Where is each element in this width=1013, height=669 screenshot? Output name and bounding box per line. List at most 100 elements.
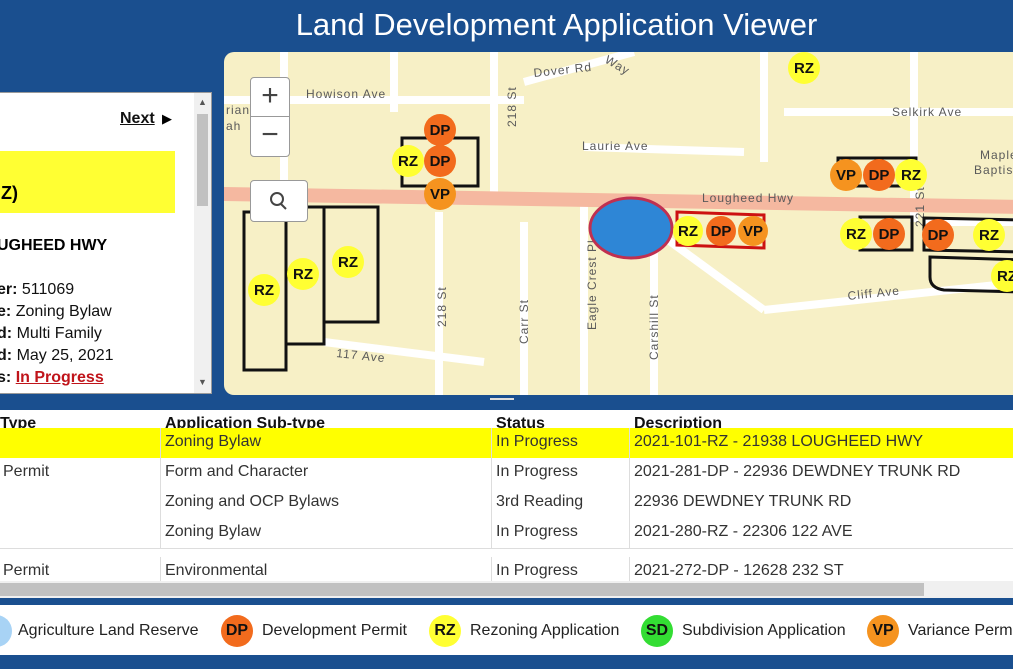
- map-marker-label: RZ: [398, 153, 418, 170]
- selected-parcel[interactable]: [588, 196, 674, 260]
- map-marker-label: DP: [928, 227, 949, 244]
- map-marker-label: RZ: [293, 266, 313, 283]
- cell-description: 2021-101-RZ - 21938 LOUGHEED HWY: [634, 433, 923, 450]
- street-label: Eagle Crest Pl: [585, 239, 599, 330]
- popup-label: er:: [0, 281, 18, 298]
- popup-row-status: s: In Progress: [0, 369, 104, 387]
- column-divider: [160, 458, 161, 488]
- popup-label: s:: [0, 369, 12, 386]
- popup-value: Multi Family: [16, 325, 102, 342]
- street-label: 218 St: [505, 86, 519, 127]
- column-divider: [491, 518, 492, 548]
- cell-type: Permit: [3, 562, 50, 579]
- table-horizontal-scrollbar[interactable]: [0, 581, 1013, 598]
- map-marker-label: DP: [879, 226, 900, 243]
- street-label: Lougheed Hwy: [702, 191, 794, 205]
- subdivision-icon: SD: [641, 615, 673, 647]
- scroll-down-icon[interactable]: ▼: [198, 377, 207, 387]
- cell-subtype: Environmental: [165, 562, 268, 579]
- popup-row-number: er: 511069: [0, 281, 74, 299]
- map-marker-label: DP: [711, 223, 732, 240]
- feature-popup: Next ▶ Z) UGHEED HWY er: 511069 e: Zonin…: [0, 92, 212, 394]
- map-marker-label: RZ: [254, 282, 274, 299]
- popup-value: 511069: [21, 281, 75, 298]
- footer-bar: [0, 655, 1013, 669]
- map-marker-label: RZ: [979, 227, 999, 244]
- cell-status: In Progress: [496, 523, 578, 540]
- popup-highlight: Z): [0, 151, 175, 213]
- map-canvas[interactable]: Dover Rd Way Howison Ave Selkirk Ave Lau…: [224, 52, 1013, 395]
- street-label: Selkirk Ave: [892, 105, 962, 119]
- map-marker-label: RZ: [846, 226, 866, 243]
- popup-scrollbar[interactable]: ▲ ▼: [194, 93, 211, 393]
- street-label: rian: [226, 103, 250, 117]
- column-divider: [629, 428, 630, 458]
- legend-label: Rezoning Application: [470, 622, 620, 639]
- street-label: Maple: [980, 148, 1013, 162]
- status-link[interactable]: In Progress: [16, 369, 104, 386]
- street-label: Carshill St: [647, 294, 661, 360]
- cell-description: 2021-272-DP - 12628 232 ST: [634, 562, 844, 579]
- cell-subtype: Zoning Bylaw: [165, 433, 262, 450]
- table-row[interactable]: Zoning Bylaw In Progress 2021-280-RZ - 2…: [0, 518, 1013, 549]
- table-row[interactable]: Permit Form and Character In Progress 20…: [0, 458, 1013, 489]
- map-marker-label: DP: [430, 122, 451, 139]
- popup-label: d:: [0, 325, 13, 342]
- zoom-out-button[interactable]: −: [251, 117, 289, 155]
- popup-highlight-text: Z): [1, 183, 18, 203]
- table-scroll-thumb[interactable]: [0, 583, 924, 596]
- column-divider: [491, 488, 492, 518]
- rezoning-icon: RZ: [429, 615, 461, 647]
- column-divider: [629, 518, 630, 548]
- legend-label: Agriculture Land Reserve: [18, 622, 199, 639]
- column-divider: [491, 428, 492, 458]
- map-search-button[interactable]: [250, 180, 308, 222]
- street-label: Howison Ave: [306, 87, 386, 101]
- column-divider: [160, 428, 161, 458]
- panel-resize-handle[interactable]: [490, 398, 514, 400]
- map-marker-label: VP: [836, 167, 856, 184]
- alr-icon: [0, 615, 12, 647]
- variance-permit-icon: VP: [867, 615, 899, 647]
- column-divider: [160, 488, 161, 518]
- street-label: Carr St: [517, 299, 531, 344]
- map-marker-label: DP: [430, 153, 451, 170]
- cell-description: 22936 DEWDNEY TRUNK RD: [634, 493, 852, 510]
- cell-subtype: Zoning Bylaw: [165, 523, 262, 540]
- popup-label: d:: [0, 347, 13, 364]
- table-row[interactable]: Zoning and OCP Bylaws 3rd Reading 22936 …: [0, 488, 1013, 519]
- map-marker-label: RZ: [678, 223, 698, 240]
- zoom-control: + −: [250, 77, 290, 157]
- popup-value: Zoning Bylaw: [15, 303, 112, 320]
- next-link[interactable]: Next: [120, 110, 155, 128]
- map-marker-label: VP: [430, 186, 450, 203]
- scroll-up-icon[interactable]: ▲: [198, 97, 207, 107]
- app-title: Land Development Application Viewer: [295, 7, 818, 42]
- column-divider: [160, 518, 161, 548]
- map-view[interactable]: Dover Rd Way Howison Ave Selkirk Ave Lau…: [224, 52, 1013, 395]
- cell-status: In Progress: [496, 562, 578, 579]
- applications-table: Type Application Sub-type Status Descrip…: [0, 410, 1013, 598]
- cell-status: 3rd Reading: [496, 493, 584, 510]
- zoom-in-button[interactable]: +: [251, 78, 289, 117]
- cell-subtype: Form and Character: [165, 463, 309, 480]
- table-row[interactable]: Zoning Bylaw In Progress 2021-101-RZ - 2…: [0, 428, 1013, 459]
- search-icon: [270, 192, 287, 210]
- popup-scroll-thumb[interactable]: [197, 114, 208, 206]
- cell-description: 2021-280-RZ - 22306 122 AVE: [634, 523, 853, 540]
- popup-address: UGHEED HWY: [0, 237, 108, 254]
- popup-label: e:: [0, 303, 12, 320]
- map-marker-label: RZ: [901, 167, 921, 184]
- cell-status: In Progress: [496, 433, 578, 450]
- map-marker-label: RZ: [338, 254, 358, 271]
- map-marker-label: RZ: [794, 60, 814, 77]
- legend: Agriculture Land Reserve DP Development …: [0, 605, 1013, 655]
- legend-label: Subdivision Application: [682, 622, 846, 639]
- popup-row-type: e: Zoning Bylaw: [0, 303, 112, 321]
- street-label: Laurie Ave: [582, 139, 649, 153]
- popup-row-use: d: Multi Family: [0, 325, 102, 343]
- map-marker-label: VP: [743, 223, 763, 240]
- popup-value: May 25, 2021: [16, 347, 114, 364]
- popup-row-date: d: May 25, 2021: [0, 347, 114, 365]
- next-arrow-icon[interactable]: ▶: [162, 111, 172, 127]
